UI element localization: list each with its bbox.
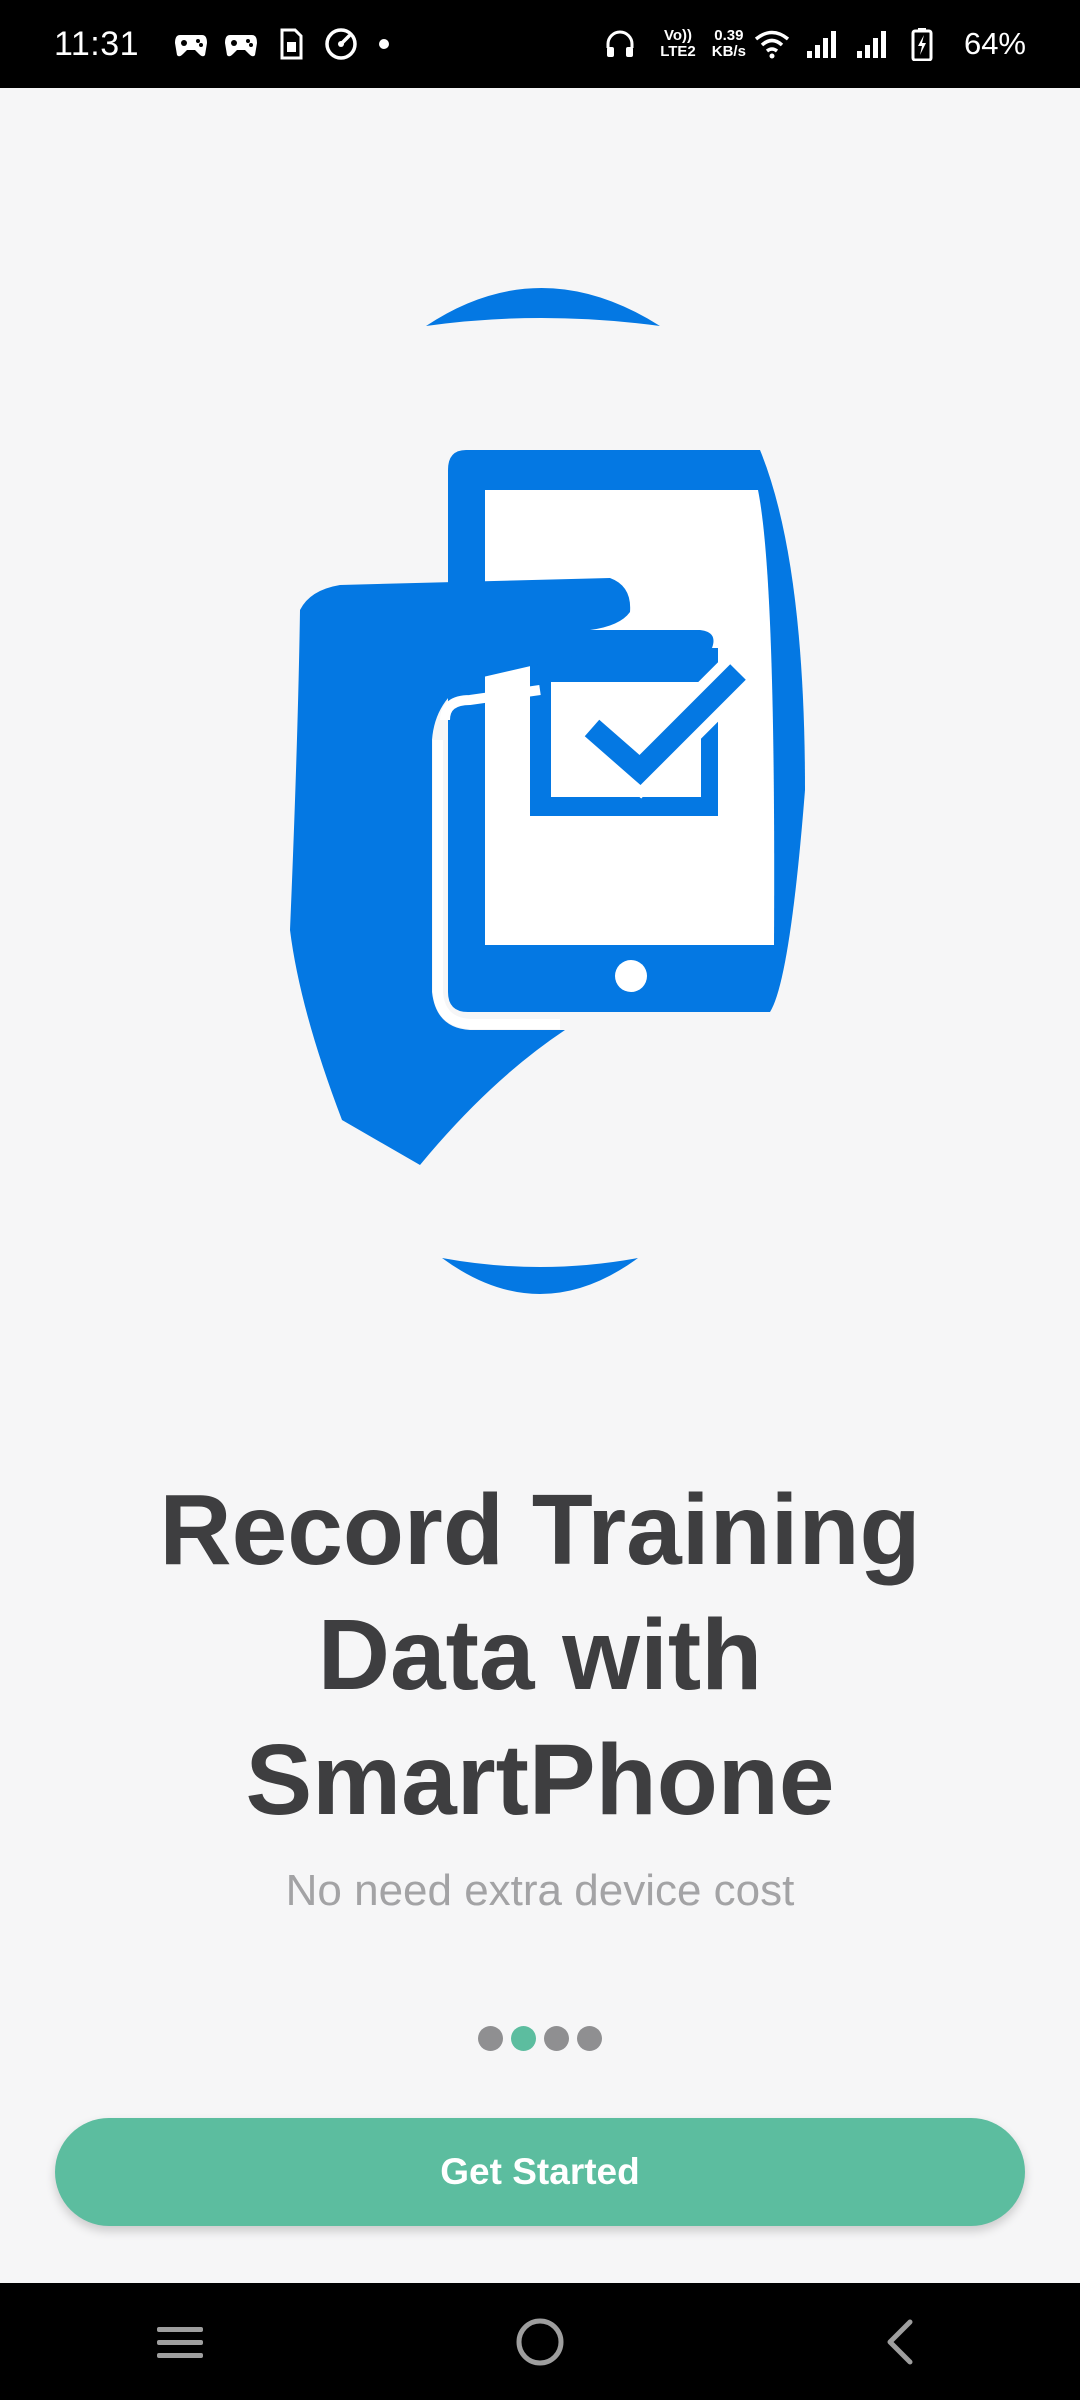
hand-holding-phone-icon [290, 288, 805, 1294]
status-bar-right: Vo)) LTE2 0.39 KB/s 64% [602, 26, 1026, 62]
status-bar: 11:31 Vo)) LTE2 0.39 KB/s 64% [0, 0, 1080, 88]
get-started-button[interactable]: Get Started [55, 2118, 1025, 2226]
game-controller-icon [173, 26, 209, 62]
page-dot[interactable] [577, 2026, 602, 2051]
battery-percent: 64% [963, 26, 1026, 61]
data-speed-value: 0.39 [714, 27, 744, 44]
game-controller-icon [223, 26, 259, 62]
data-speed-unit: KB/s [711, 43, 746, 60]
dot-icon [379, 39, 390, 49]
back-icon[interactable] [860, 2302, 940, 2382]
title-line: Record Training [159, 1474, 921, 1586]
volte-label: Vo)) [663, 27, 692, 44]
onboarding-subtitle: No need extra device cost [285, 1866, 795, 1915]
status-time: 11:31 [54, 24, 140, 63]
headphones-icon [602, 26, 638, 62]
volte-icon: Vo)) LTE2 [660, 28, 696, 60]
menu-icon[interactable] [140, 2302, 220, 2382]
title-line: Data with [317, 1599, 763, 1711]
wifi-icon [754, 26, 790, 62]
system-nav-bar [0, 2283, 1080, 2400]
home-icon[interactable] [500, 2302, 580, 2382]
data-speed: 0.39 KB/s [712, 28, 746, 60]
signal-icon [854, 26, 890, 62]
onboarding-illustration [270, 280, 810, 1300]
network-type: LTE2 [660, 43, 696, 60]
speedometer-icon [323, 26, 359, 62]
page-dot[interactable] [478, 2026, 503, 2051]
battery-charging-icon [904, 26, 940, 62]
page-dot-active[interactable] [511, 2026, 536, 2051]
status-bar-left: 11:31 [54, 24, 390, 64]
signal-icon [804, 26, 840, 62]
page-dot[interactable] [544, 2026, 569, 2051]
title-line: SmartPhone [245, 1724, 835, 1836]
sim-icon [273, 26, 309, 62]
onboarding-title: Record Training Data with SmartPhone [0, 1468, 1080, 1843]
page-indicator [0, 2026, 1080, 2051]
